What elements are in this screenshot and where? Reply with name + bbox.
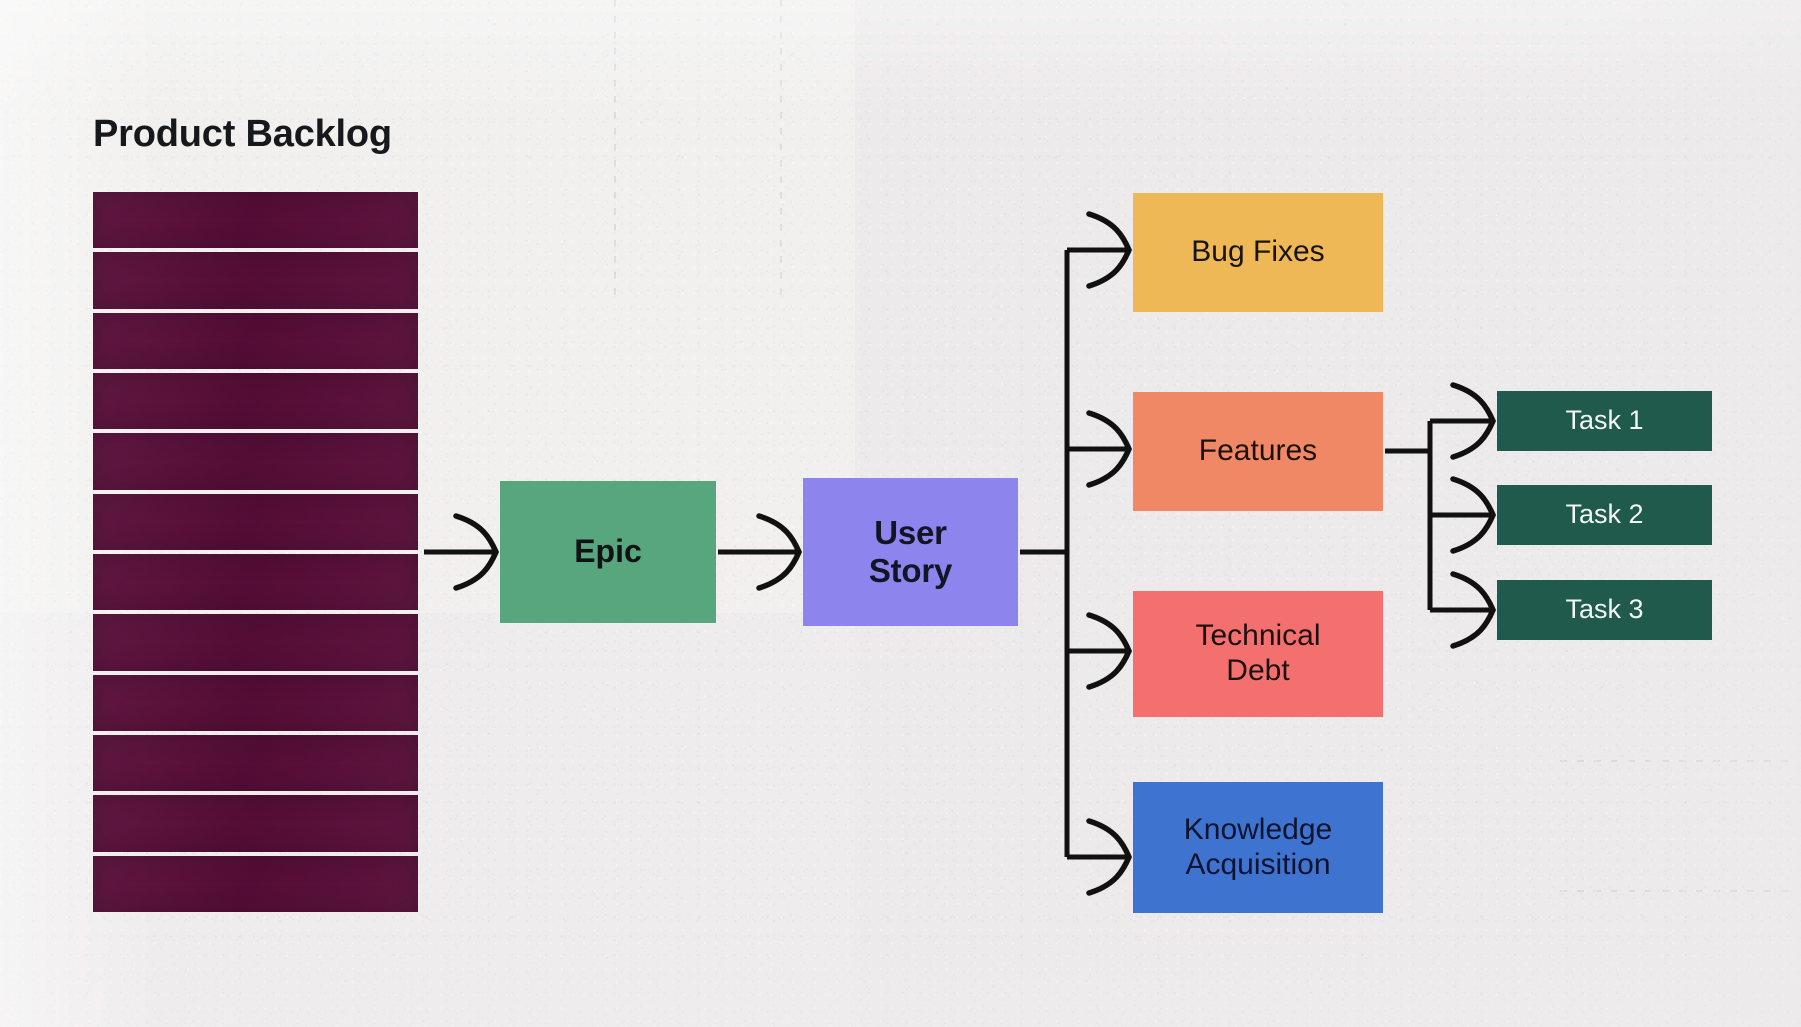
node-technical-debt[interactable]: Technical Debt — [1133, 591, 1383, 717]
node-task-3-label: Task 3 — [1565, 594, 1644, 625]
backlog-item[interactable] — [93, 312, 418, 369]
node-features-label: Features — [1198, 434, 1318, 468]
node-bug-fixes-label: Bug Fixes — [1191, 235, 1325, 269]
backlog-item[interactable] — [93, 372, 418, 430]
backlog-item[interactable] — [93, 855, 418, 912]
backlog-item[interactable] — [93, 553, 418, 611]
node-epic-label: Epic — [574, 533, 642, 570]
node-knowledge-acquisition-label: Knowledge Acquisition — [1184, 813, 1332, 883]
decorative-dotted-line — [614, 0, 616, 300]
node-task-3[interactable]: Task 3 — [1497, 580, 1712, 640]
node-technical-debt-line-1: Technical — [1195, 619, 1321, 653]
backlog-item[interactable] — [93, 674, 418, 731]
backlog-item[interactable] — [93, 734, 418, 792]
node-task-1[interactable]: Task 1 — [1497, 391, 1712, 451]
backlog-item[interactable] — [93, 795, 418, 852]
node-epic[interactable]: Epic — [500, 481, 716, 623]
node-task-2[interactable]: Task 2 — [1497, 485, 1712, 545]
page-title: Product Backlog — [93, 113, 392, 155]
node-technical-debt-line-2: Debt — [1226, 654, 1290, 687]
backlog-item[interactable] — [93, 493, 418, 550]
node-knowledge-acquisition[interactable]: Knowledge Acquisition — [1133, 782, 1383, 913]
product-backlog-stack — [93, 192, 418, 912]
backlog-item[interactable] — [93, 252, 418, 309]
node-user-story-line-2: Story — [868, 552, 953, 589]
node-task-1-label: Task 1 — [1565, 405, 1644, 436]
backlog-item[interactable] — [93, 614, 418, 671]
node-knowledge-line-2: Acquisition — [1185, 847, 1331, 881]
node-features[interactable]: Features — [1133, 392, 1383, 511]
decorative-dotted-line — [780, 0, 782, 300]
node-user-story-label: User Story — [868, 513, 953, 591]
node-technical-debt-label: Technical Debt — [1195, 619, 1320, 689]
node-task-2-label: Task 2 — [1565, 499, 1644, 530]
backlog-item[interactable] — [93, 433, 418, 490]
decorative-dotted-line — [1560, 890, 1790, 892]
backlog-item[interactable] — [93, 192, 418, 249]
node-knowledge-line-1: Knowledge — [1183, 812, 1333, 846]
node-user-story-line-1: User — [874, 513, 947, 551]
node-bug-fixes[interactable]: Bug Fixes — [1133, 193, 1383, 312]
decorative-dotted-line — [1560, 760, 1790, 762]
diagram-canvas: Product Backlog Epic User Story Bug Fixe… — [0, 0, 1801, 1027]
node-user-story[interactable]: User Story — [803, 478, 1018, 626]
